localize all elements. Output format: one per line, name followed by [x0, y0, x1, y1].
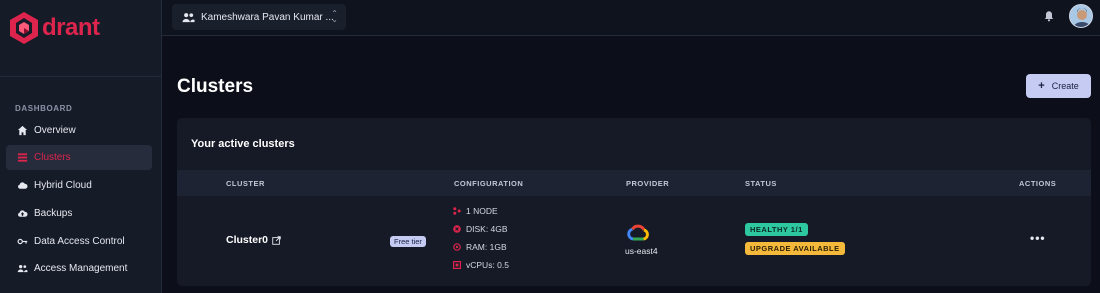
bell-icon[interactable]: [1043, 10, 1055, 22]
sidebar-item-access-management[interactable]: Access Management: [6, 256, 152, 281]
chevron-up-down-icon: ⌃ ⌄: [331, 9, 338, 24]
provider-region: us-east4: [625, 246, 658, 256]
config-disk-text: DISK: 4GB: [466, 224, 508, 234]
config-vcpus: vCPUs: 0.5: [453, 260, 509, 270]
sidebar: drant DASHBOARD Overview Clusters Hybrid…: [0, 0, 162, 293]
qdrant-logo-icon: [10, 12, 38, 44]
google-cloud-icon: [627, 224, 649, 241]
page-title: Clusters: [177, 76, 254, 97]
people-icon: [182, 12, 195, 22]
plus-icon: +: [1038, 80, 1045, 92]
people-icon: [17, 263, 28, 274]
status-badge-healthy: HEALTHY 1/1: [745, 223, 808, 236]
avatar[interactable]: [1069, 4, 1093, 28]
disk-icon: [453, 225, 461, 233]
cluster-name: Cluster0: [226, 234, 269, 246]
sidebar-item-label: Access Management: [34, 263, 128, 274]
top-bar: Kameshwara Pavan Kumar ... ⌃ ⌄: [162, 0, 1100, 36]
sidebar-item-label: Backups: [34, 208, 73, 219]
logo-text: drant: [42, 14, 100, 41]
column-header-provider: PROVIDER: [626, 179, 670, 188]
key-icon: [17, 236, 28, 247]
sidebar-item-label: Clusters: [34, 152, 71, 163]
create-button[interactable]: + Create: [1026, 74, 1091, 98]
clusters-card: Your active clusters CLUSTER CONFIGURATI…: [177, 118, 1091, 286]
config-ram: RAM: 1GB: [453, 242, 507, 252]
sidebar-item-data-access-control[interactable]: Data Access Control: [6, 229, 152, 254]
account-selector[interactable]: Kameshwara Pavan Kumar ... ⌃ ⌄: [172, 4, 346, 30]
sidebar-divider: [0, 76, 162, 77]
cpu-icon: [453, 261, 461, 269]
column-header-cluster: CLUSTER: [226, 179, 265, 188]
sidebar-item-label: Overview: [34, 125, 76, 136]
account-name: Kameshwara Pavan Kumar ...: [201, 11, 334, 23]
column-header-configuration: CONFIGURATION: [454, 179, 524, 188]
list-icon: [17, 152, 28, 163]
config-disk: DISK: 4GB: [453, 224, 508, 234]
sidebar-item-clusters[interactable]: Clusters: [6, 145, 152, 170]
table-header: CLUSTER CONFIGURATION PROVIDER STATUS AC…: [177, 170, 1091, 196]
column-header-actions: ACTIONS: [1019, 179, 1057, 188]
config-nodes-text: 1 NODE: [466, 206, 498, 216]
cloud-icon: [17, 180, 28, 191]
free-tier-badge: Free tier: [390, 236, 426, 247]
status-badge-upgrade[interactable]: UPGRADE AVAILABLE: [745, 242, 845, 255]
sidebar-item-backups[interactable]: Backups: [6, 201, 152, 226]
row-actions-menu-button[interactable]: •••: [1030, 231, 1046, 245]
config-nodes: 1 NODE: [453, 206, 498, 216]
cloud-upload-icon: [17, 208, 28, 219]
config-vcpus-text: vCPUs: 0.5: [466, 260, 509, 270]
create-button-label: Create: [1051, 81, 1079, 91]
home-icon: [17, 125, 28, 136]
external-link-icon: [272, 235, 281, 245]
sidebar-item-label: Hybrid Cloud: [34, 180, 92, 191]
sidebar-section-label: DASHBOARD: [15, 104, 73, 113]
sidebar-item-label: Data Access Control: [34, 236, 125, 247]
card-title: Your active clusters: [191, 138, 295, 150]
column-header-status: STATUS: [745, 179, 777, 188]
ram-icon: [453, 243, 461, 251]
nodes-icon: [453, 207, 461, 215]
sidebar-item-hybrid-cloud[interactable]: Hybrid Cloud: [6, 173, 152, 198]
logo[interactable]: drant: [8, 8, 100, 48]
cluster-name-link[interactable]: Cluster0: [226, 234, 281, 246]
config-ram-text: RAM: 1GB: [466, 242, 507, 252]
sidebar-item-overview[interactable]: Overview: [6, 118, 152, 143]
